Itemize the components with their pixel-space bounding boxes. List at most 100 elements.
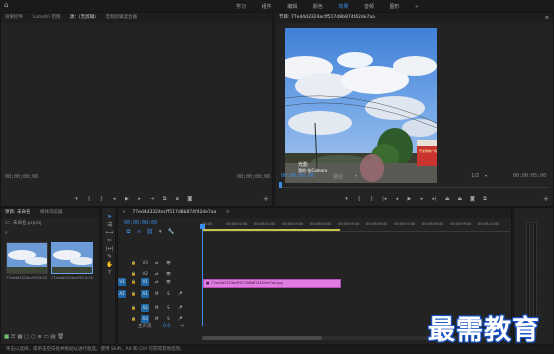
fit-chevron-icon[interactable]: ▾ [355, 173, 357, 178]
program-timecode[interactable]: 00:00:00:00 [281, 173, 314, 179]
track-solo-icon[interactable]: S [164, 290, 172, 298]
track-mic-icon[interactable]: 🎤 [176, 315, 184, 323]
selection-tool-icon[interactable]: ➤ [105, 213, 114, 221]
mark-in-icon[interactable]: { [354, 196, 365, 202]
overwrite-icon[interactable]: ⧈ [172, 196, 183, 202]
workspace-graphics[interactable]: 图形 [390, 3, 400, 10]
tab-lumetri-scopes[interactable]: Lumetri 范围 [29, 13, 65, 23]
add-marker-icon[interactable]: ▾ [341, 196, 352, 202]
program-video-frame[interactable]: 光影 我的-张Camera 开泰购物广场 [285, 28, 437, 183]
project-item-thumb[interactable] [51, 242, 93, 274]
pen-tool-icon[interactable]: ✎ [105, 253, 114, 261]
workspace-editing[interactable]: 编辑 [287, 3, 297, 10]
icon-view-icon[interactable]: ▦ [17, 333, 22, 341]
tab-audio-clip-mixer[interactable]: 音频剪辑混合器 [102, 13, 142, 23]
new-bin-icon[interactable]: ▭ [44, 333, 49, 341]
source-add-icon[interactable]: + [263, 195, 269, 203]
track-mute-icon[interactable]: M [153, 315, 161, 323]
tab-source[interactable]: 源：(无剪辑) [66, 13, 100, 23]
home-icon[interactable]: ⌂ [4, 2, 11, 9]
tab-effect-controls[interactable]: 效果控件 [1, 13, 27, 23]
tab-sequence[interactable]: 77ed4d3324ecff517d8b874f42de7aa [128, 208, 220, 218]
slip-tool-icon[interactable]: |↔| [105, 245, 114, 253]
track-mute-icon[interactable]: M [153, 290, 161, 298]
source-patch[interactable] [118, 267, 126, 275]
track-eye-icon[interactable]: 👁 [164, 278, 172, 286]
step-forward-icon[interactable]: ▸ [134, 196, 145, 202]
workspace-audio[interactable]: 音频 [364, 3, 374, 10]
track-select-tool-icon[interactable]: ⇶ [105, 221, 114, 229]
track-eye-icon[interactable]: 👁 [164, 259, 172, 267]
hand-tool-icon[interactable]: ✋ [105, 261, 114, 269]
zoom-slider-icon[interactable]: ○ [31, 333, 36, 341]
track-lock-icon[interactable]: 🔒 [130, 290, 138, 298]
source-timecode-left[interactable]: 00;00;00;00 [5, 174, 38, 180]
source-patch[interactable] [118, 312, 126, 320]
freeform-view-icon[interactable]: ▢ [24, 333, 29, 341]
track-lock-icon[interactable]: 🔒 [130, 259, 138, 267]
workspace-learn[interactable]: 学习 [236, 3, 246, 10]
track-sync-icon[interactable]: ⇄ [153, 259, 161, 267]
track-solo-icon[interactable]: S [164, 315, 172, 323]
lock-icon[interactable]: ■ [4, 333, 9, 341]
source-patch[interactable]: A1 [118, 290, 126, 298]
new-item-icon[interactable]: ▤ [50, 333, 55, 341]
comparison-view-icon[interactable]: ⧉ [480, 196, 491, 202]
source-patch[interactable]: V1 [118, 278, 126, 286]
timeline-timecode[interactable]: 00:00:00:00 [124, 220, 157, 226]
close-icon[interactable]: × [118, 208, 127, 218]
source-patch[interactable] [118, 301, 126, 309]
tab-project[interactable]: 项目: 未命名 [1, 208, 34, 218]
program-scrub-bar[interactable] [279, 182, 549, 188]
timeline-ruler[interactable]: 00:00 00:00:01:00 00:00:02:00 00:00:03:0… [202, 220, 510, 232]
step-back-icon[interactable]: ◂ [391, 196, 402, 202]
video-clip[interactable]: ■ 77ed4d3324ecff517d8b874f42de7aa.jpg [203, 279, 341, 288]
program-resolution-select[interactable]: 1/2 [471, 173, 479, 179]
track-solo-icon[interactable]: S [164, 304, 172, 312]
ripple-edit-tool-icon[interactable]: ⟷ [105, 229, 114, 237]
lift-icon[interactable]: ⏏ [442, 196, 453, 202]
program-add-icon[interactable]: + [543, 195, 549, 203]
workspace-assembly[interactable]: 组件 [262, 3, 272, 10]
track-sync-icon[interactable]: ⇄ [153, 278, 161, 286]
track-mute-icon[interactable]: M [153, 304, 161, 312]
delete-icon[interactable]: 🗑 [57, 333, 64, 341]
insert-icon[interactable]: ⧉ [159, 196, 170, 202]
track-label[interactable]: A3 [141, 315, 150, 323]
list-view-icon[interactable]: ☰ [11, 333, 16, 341]
play-icon[interactable]: ▶ [121, 196, 132, 202]
snap-icon[interactable]: ∩ [135, 228, 144, 236]
track-sync-icon[interactable]: ⇄ [153, 270, 161, 278]
add-marker-icon[interactable]: ▾ [156, 228, 165, 236]
master-value[interactable]: 0.0 [163, 323, 170, 331]
go-to-in-icon[interactable]: } [96, 196, 107, 202]
workspace-color[interactable]: 颜色 [313, 3, 323, 10]
project-item-thumb[interactable] [6, 242, 48, 274]
razor-tool-icon[interactable]: ✂ [105, 237, 114, 245]
track-mic-icon[interactable]: 🎤 [176, 304, 184, 312]
track-label[interactable]: V3 [141, 259, 149, 267]
mark-out-icon[interactable]: { [84, 196, 95, 202]
linked-selection-icon[interactable]: ⛓ [145, 228, 154, 236]
program-menu-icon[interactable]: ≡ [545, 13, 549, 23]
program-fit-select[interactable]: 适合 [333, 173, 343, 180]
source-patch[interactable] [118, 256, 126, 264]
step-back-icon[interactable]: ◂ [109, 196, 120, 202]
camera-icon[interactable]: ◙ [184, 196, 195, 202]
track-label[interactable]: A1 [141, 290, 150, 298]
mark-in-icon[interactable]: ▾ [71, 196, 82, 202]
track-lock-icon[interactable]: 🔒 [130, 278, 138, 286]
track-lock-icon[interactable]: 🔒 [130, 270, 138, 278]
track-eye-icon[interactable]: 👁 [164, 270, 172, 278]
workspace-effects[interactable]: 效果 [338, 3, 348, 10]
work-area-bar[interactable] [202, 229, 340, 231]
program-playhead[interactable] [279, 182, 282, 188]
resolution-chevron-icon[interactable]: ▾ [485, 173, 487, 178]
tab-media-browser[interactable]: 媒体浏览器 [36, 208, 67, 218]
track-mic-icon[interactable]: 🎤 [176, 290, 184, 298]
sort-icon[interactable]: ≡ [37, 333, 42, 341]
project-search-icon[interactable]: ⌕ [5, 230, 8, 236]
play-icon[interactable]: ▶ [404, 196, 415, 202]
go-to-end-icon[interactable]: ⇥ [180, 324, 184, 329]
type-tool-icon[interactable]: T [105, 269, 114, 277]
